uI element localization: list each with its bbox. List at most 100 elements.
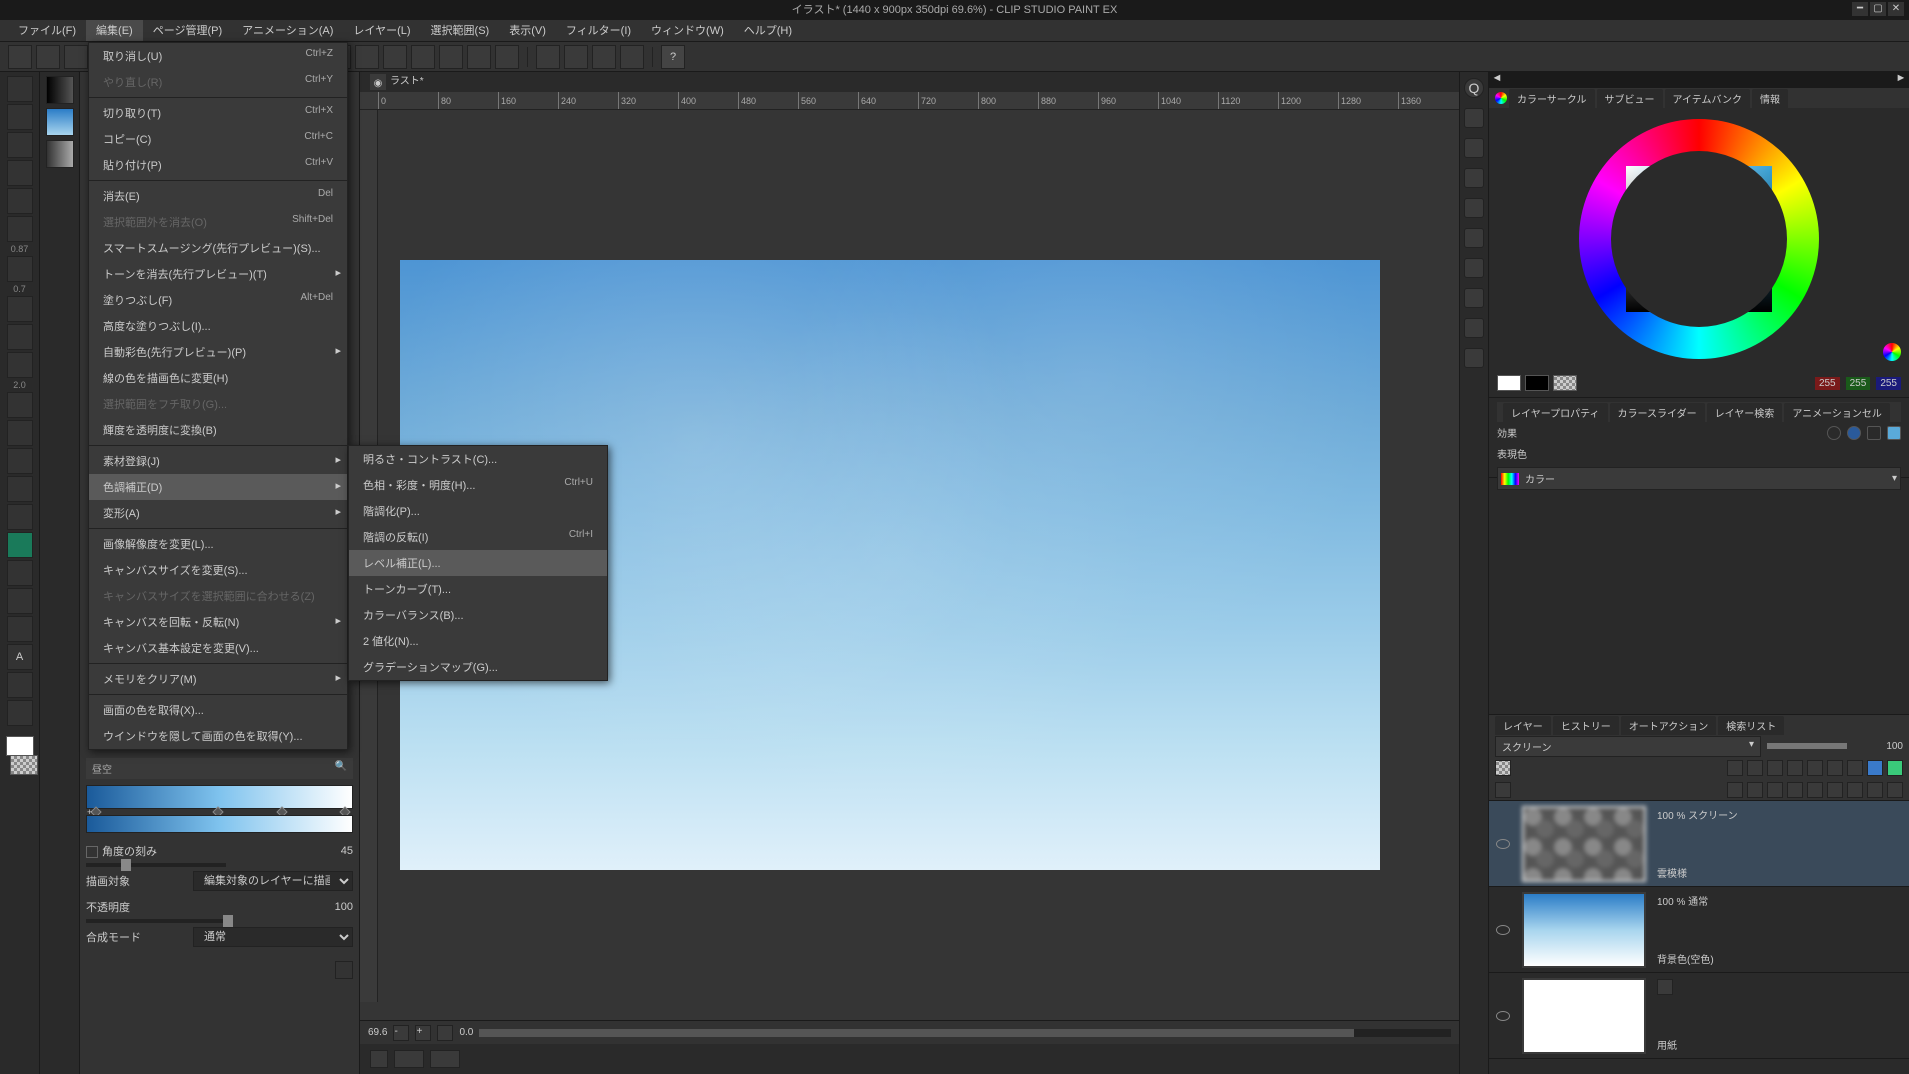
cc-gradmap[interactable]: グラデーションマップ(G)...	[349, 654, 607, 680]
pattern-icon[interactable]	[1464, 198, 1484, 218]
tb-new[interactable]	[36, 45, 60, 69]
effect-chip-3[interactable]	[1867, 426, 1881, 440]
layer-applymask[interactable]	[1787, 782, 1803, 798]
layer-thumb-sky[interactable]	[1522, 892, 1646, 968]
edit-colorcorrect[interactable]: 色調補正(D)▸	[89, 474, 347, 500]
edit-changeres[interactable]: 画像解像度を変更(L)...	[89, 531, 347, 557]
edit-cut[interactable]: 切り取り(T)Ctrl+X	[89, 100, 347, 126]
frame-icon[interactable]	[1464, 318, 1484, 338]
subtool-gradient-fg[interactable]	[46, 76, 74, 104]
tb-selborder[interactable]	[439, 45, 463, 69]
edit-brightalpha[interactable]: 輝度を透明度に変換(B)	[89, 417, 347, 443]
angle-slider[interactable]	[86, 863, 226, 867]
tab-itembank[interactable]: アイテムバンク	[1665, 89, 1751, 108]
tab-searchlist[interactable]: 検索リスト	[1718, 716, 1784, 735]
tool-pen[interactable]	[7, 296, 33, 322]
tb-snap[interactable]	[536, 45, 560, 69]
scroll-right-icon[interactable]: ►	[1893, 72, 1909, 88]
gradient-output[interactable]: +	[86, 815, 353, 833]
color-square[interactable]	[1626, 166, 1772, 312]
effect-icon[interactable]	[1464, 348, 1484, 368]
swatch-sub[interactable]	[1525, 375, 1549, 391]
edit-linetodraw[interactable]: 線の色を描画色に変更(H)	[89, 365, 347, 391]
edit-clearmem[interactable]: メモリをクリア(M)▸	[89, 666, 347, 692]
tab-layersearch[interactable]: レイヤー検索	[1707, 403, 1783, 422]
menu-window[interactable]: ウィンドウ(W)	[641, 20, 734, 41]
edit-smartsmooth[interactable]: スマートスムージング(先行プレビュー)(S)...	[89, 235, 347, 261]
tool-fill[interactable]	[7, 504, 33, 530]
tab-layerprop[interactable]: レイヤープロパティ	[1503, 403, 1608, 422]
layer-reference[interactable]	[1747, 760, 1763, 776]
cc-binarize[interactable]: 2 値化(N)...	[349, 628, 607, 654]
angle-checkbox[interactable]	[86, 846, 98, 858]
menu-view[interactable]: 表示(V)	[499, 20, 556, 41]
layer-blend-select[interactable]: スクリーン▾	[1495, 736, 1761, 757]
magnify-icon[interactable]: 🔍	[335, 761, 347, 772]
cc-curves[interactable]: トーンカーブ(T)...	[349, 576, 607, 602]
tab-layer[interactable]: レイヤー	[1495, 716, 1551, 735]
frame-thumb-2[interactable]	[430, 1050, 460, 1068]
layer-lock[interactable]	[1787, 760, 1803, 776]
edit-deloutside[interactable]: 選択範囲外を消去(O)Shift+Del	[89, 209, 347, 235]
edit-advfill[interactable]: 高度な塗りつぶし(I)...	[89, 313, 347, 339]
menu-page[interactable]: ページ管理(P)	[143, 20, 232, 41]
wrench-icon[interactable]	[335, 961, 353, 979]
tool-operation[interactable]	[7, 132, 33, 158]
tool-magnify[interactable]	[7, 76, 33, 102]
tb-help[interactable]: ?	[661, 45, 685, 69]
tool-pencil[interactable]	[7, 324, 33, 350]
tool-eyedropper[interactable]	[7, 256, 33, 282]
tool-figure[interactable]	[7, 560, 33, 586]
materials-icon[interactable]	[1464, 108, 1484, 128]
edit-delete[interactable]: 消去(E)Del	[89, 183, 347, 209]
maximize-button[interactable]: ▢	[1870, 2, 1886, 16]
tool-blend[interactable]	[7, 476, 33, 502]
add-stop-icon[interactable]: +	[87, 807, 95, 815]
edit-fill[interactable]: 塗りつぶし(F)Alt+Del	[89, 287, 347, 313]
layer-row-clouds[interactable]: 100 % スクリーン雲模様	[1489, 801, 1909, 887]
download-icon[interactable]	[1464, 258, 1484, 278]
zoom-in[interactable]: +	[415, 1025, 431, 1041]
edit-copy[interactable]: コピー(C)Ctrl+C	[89, 126, 347, 152]
edit-paste[interactable]: 貼り付け(P)Ctrl+V	[89, 152, 347, 178]
eye-icon[interactable]	[1496, 925, 1510, 935]
edit-canvassize[interactable]: キャンバスサイズを変更(S)...	[89, 557, 347, 583]
color-indicator-sub[interactable]	[10, 755, 38, 778]
menu-file[interactable]: ファイル(F)	[8, 20, 86, 41]
layer-opacity-slider[interactable]	[1767, 743, 1847, 749]
edit-redo[interactable]: やり直し(R)Ctrl+Y	[89, 69, 347, 95]
layer-row-paper[interactable]: 用紙	[1489, 973, 1909, 1059]
tab-animcel[interactable]: アニメーションセル	[1784, 403, 1890, 422]
tool-gradient[interactable]	[7, 532, 33, 558]
edit-croptosel[interactable]: キャンバスサイズを選択範囲に合わせる(Z)	[89, 583, 347, 609]
tool-marquee[interactable]	[7, 160, 33, 186]
scroll-left-icon[interactable]: ◄	[1489, 72, 1505, 88]
tab-history[interactable]: ヒストリー	[1553, 716, 1619, 735]
edit-seloutline[interactable]: 選択範囲をフチ取り(G)...	[89, 391, 347, 417]
fit-screen[interactable]	[437, 1025, 453, 1041]
layer-delete[interactable]	[1847, 782, 1863, 798]
cc-posterize[interactable]: 階調化(P)...	[349, 498, 607, 524]
layer-lower[interactable]	[1887, 782, 1903, 798]
effect-chip-2[interactable]	[1847, 426, 1861, 440]
layer-clip[interactable]	[1727, 760, 1743, 776]
tb-open[interactable]	[64, 45, 88, 69]
tool-move[interactable]	[7, 104, 33, 130]
menu-help[interactable]: ヘルプ(H)	[734, 20, 802, 41]
tool-ruler[interactable]	[7, 616, 33, 642]
edit-undo[interactable]: 取り消し(U)Ctrl+Z	[89, 43, 347, 69]
layer-combine[interactable]	[1827, 782, 1843, 798]
favorite-icon[interactable]	[1464, 288, 1484, 308]
hscroll[interactable]	[479, 1029, 1451, 1037]
layer-opacity-value[interactable]: 100	[1853, 741, 1903, 752]
cc-invert[interactable]: 階調の反転(I)Ctrl+I	[349, 524, 607, 550]
eye-icon[interactable]	[1496, 839, 1510, 849]
cc-brightcontrast[interactable]: 明るさ・コントラスト(C)...	[349, 446, 607, 472]
quick-access-icon[interactable]: Q	[1464, 78, 1484, 98]
edit-registermat[interactable]: 素材登録(J)▸	[89, 448, 347, 474]
materials2-icon[interactable]	[1464, 138, 1484, 158]
zoom-out[interactable]: -	[393, 1025, 409, 1041]
subtool-gradient-sky[interactable]	[46, 108, 74, 136]
tool-correct[interactable]	[7, 700, 33, 726]
gradient-preview[interactable]	[86, 785, 353, 809]
